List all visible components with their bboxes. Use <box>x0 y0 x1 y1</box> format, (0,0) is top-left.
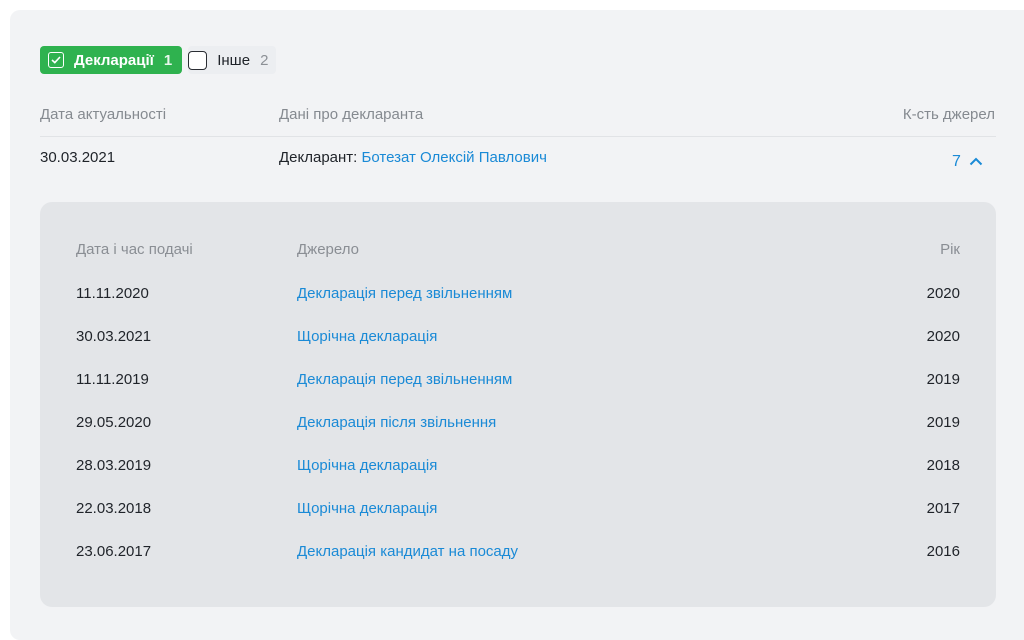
row-date: 30.03.2021 <box>40 149 116 166</box>
header-date: Дата актуальності <box>40 106 167 123</box>
source-link[interactable]: Щорічна декларація <box>297 327 437 347</box>
filter-declarations-label: Декларації <box>74 51 154 69</box>
source-date: 28.03.2019 <box>76 457 152 474</box>
source-date: 11.11.2020 <box>76 285 149 302</box>
filter-other-count: 2 <box>260 51 269 69</box>
table-row: 30.03.2021 Щорічна декларація 2020 <box>40 327 996 370</box>
checkbox-empty-icon[interactable] <box>188 50 208 70</box>
source-year: 2019 <box>926 414 960 431</box>
source-link[interactable]: Щорічна декларація <box>297 499 437 519</box>
sources-count: 7 <box>952 153 961 170</box>
row-declarant: Декларант: Ботезат Олексій Павлович <box>279 149 547 166</box>
filter-other-label: Інше <box>217 51 251 69</box>
source-link[interactable]: Декларація кандидат на посаду <box>297 542 518 562</box>
table-row: 29.05.2020 Декларація після звільнення 2… <box>40 413 996 456</box>
sources-toggle[interactable]: 7 <box>952 153 983 171</box>
table-row: 11.11.2019 Декларація перед звільненням … <box>40 370 996 413</box>
filter-other[interactable]: Інше 2 <box>188 46 277 74</box>
subheader-datetime: Дата і час подачі <box>76 241 193 258</box>
source-year: 2016 <box>926 543 960 560</box>
source-link[interactable]: Декларація перед звільненням <box>297 284 512 304</box>
source-link[interactable]: Щорічна декларація <box>297 456 437 476</box>
declarant-name-link[interactable]: Ботезат Олексій Павлович <box>362 149 547 166</box>
table-row: 11.11.2020 Декларація перед звільненням … <box>40 284 996 327</box>
source-link[interactable]: Декларація після звільнення <box>297 413 496 433</box>
source-year: 2018 <box>926 457 960 474</box>
header-divider <box>40 136 996 137</box>
source-year: 2020 <box>926 328 960 345</box>
source-date: 22.03.2018 <box>76 500 152 517</box>
source-date: 23.06.2017 <box>76 543 152 560</box>
source-year: 2017 <box>926 500 960 517</box>
table-row: 23.06.2017 Декларація кандидат на посаду… <box>40 542 996 585</box>
filter-bar: Декларації 1 Інше 2 <box>40 46 277 74</box>
subheader-year: Рік <box>940 241 960 258</box>
source-date: 11.11.2019 <box>76 371 149 388</box>
table-row: 28.03.2019 Щорічна декларація 2018 <box>40 456 996 499</box>
filter-declarations[interactable]: Декларації 1 <box>40 46 183 74</box>
source-date: 30.03.2021 <box>76 328 152 345</box>
chevron-up-icon <box>969 153 983 171</box>
source-link[interactable]: Декларація перед звільненням <box>297 370 512 390</box>
source-year: 2020 <box>926 285 960 302</box>
source-date: 29.05.2020 <box>76 414 152 431</box>
declarant-prefix: Декларант: <box>279 149 358 166</box>
sources-subtable: Дата і час подачі Джерело Рік 11.11.2020… <box>40 202 996 607</box>
table-row: 22.03.2018 Щорічна декларація 2017 <box>40 499 996 542</box>
source-year: 2019 <box>926 371 960 388</box>
header-declarant: Дані про декларанта <box>279 106 424 123</box>
filter-declarations-count: 1 <box>163 51 173 69</box>
subheader-source: Джерело <box>297 241 359 258</box>
check-icon <box>48 52 64 68</box>
header-sources: К-сть джерел <box>902 106 995 123</box>
